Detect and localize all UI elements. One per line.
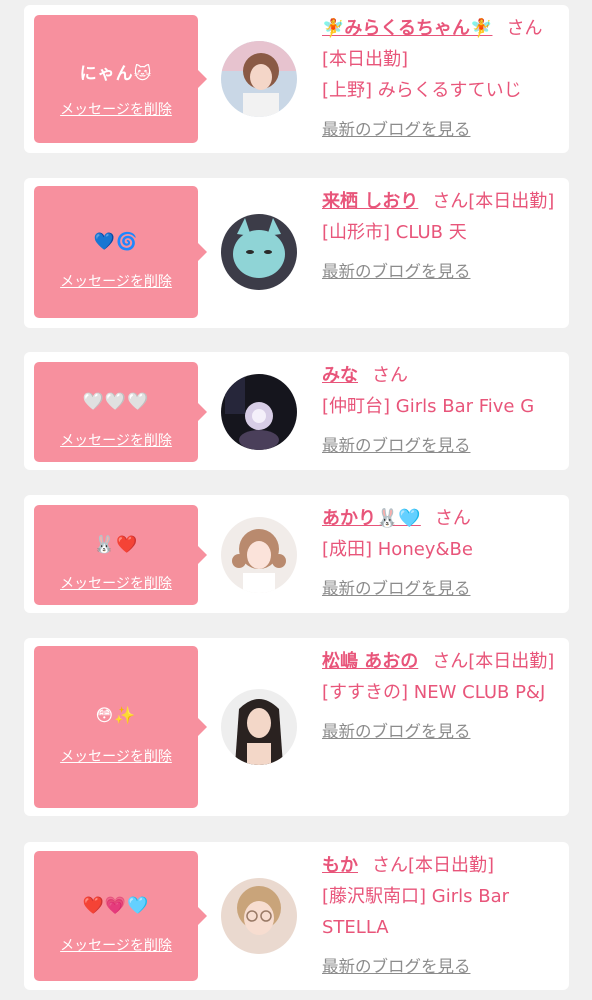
san-suffix: さん: [506, 18, 543, 39]
girl-info: 🧚みらくるちゃん🧚 さん [本日出勤] [上野] みらくるすていじ 最新のブログを見…: [322, 13, 558, 145]
message-bubble: にゃん🐱 メッセージを削除: [34, 15, 207, 143]
girl-info: 来栖 しおり さん[本日出勤] [山形市] CLUB 天 最新のブログを見る: [322, 186, 558, 287]
avatar[interactable]: [221, 374, 297, 450]
latest-blog-link[interactable]: 最新のブログを見る: [322, 573, 471, 604]
delete-message-link[interactable]: メッセージを削除: [34, 271, 198, 291]
delete-message-link[interactable]: メッセージを削除: [34, 746, 198, 766]
san-suffix: さん: [432, 651, 469, 672]
latest-blog-link[interactable]: 最新のブログを見る: [322, 256, 471, 287]
girl-name-link[interactable]: あかり🐰🩵: [322, 508, 421, 529]
message-bubble: 🐰❤️ メッセージを削除: [34, 505, 207, 605]
message-text: 💙🌀: [93, 232, 139, 252]
delete-message-link[interactable]: メッセージを削除: [34, 430, 198, 450]
girl-name-link[interactable]: 松嶋 あおの: [322, 651, 418, 672]
attendance-status: [本日出勤]: [408, 855, 495, 876]
message-card: にゃん🐱 メッセージを削除 🧚みらくるちゃん🧚 さん [本日出勤] [上野] みらく…: [24, 5, 569, 153]
san-suffix: さん: [372, 365, 408, 386]
message-bubble: 🤍🤍🤍 メッセージを削除: [34, 362, 207, 462]
girl-name-link[interactable]: もか: [322, 855, 358, 876]
girl-info: もか さん[本日出勤] [藤沢駅南口] Girls Bar STELLA 最新のブ…: [322, 850, 558, 982]
shop-label: [成田] Honey&Be: [322, 539, 473, 560]
message-text: にゃん🐱: [79, 64, 153, 84]
message-card: 💙🌀 メッセージを削除 来栖 しおり さん[本日出勤] [山形市] CLUB 天 …: [24, 178, 569, 328]
avatar[interactable]: [221, 689, 297, 765]
latest-blog-link[interactable]: 最新のブログを見る: [322, 430, 471, 461]
message-bubble: 😳✨ メッセージを削除: [34, 646, 207, 808]
shop-label: [藤沢駅南口] Girls Bar STELLA: [322, 886, 509, 938]
avatar[interactable]: [221, 517, 297, 593]
girl-name-link[interactable]: 🧚みらくるちゃん🧚: [322, 18, 492, 39]
shop-label: [すすきの] NEW CLUB P&J: [322, 682, 546, 703]
delete-message-link[interactable]: メッセージを削除: [34, 573, 198, 593]
girl-info: あかり🐰🩵 さん [成田] Honey&Be 最新のブログを見る: [322, 503, 558, 604]
shop-label: [山形市] CLUB 天: [322, 222, 467, 243]
girl-name-link[interactable]: 来栖 しおり: [322, 191, 418, 212]
girl-name-link[interactable]: みな: [322, 365, 358, 386]
attendance-status: [本日出勤]: [322, 49, 409, 70]
attendance-status: [本日出勤]: [468, 651, 555, 672]
message-card: 🤍🤍🤍 メッセージを削除 みな さん [仲町台] Girls Bar Five G…: [24, 352, 569, 470]
girl-info: 松嶋 あおの さん[本日出勤] [すすきの] NEW CLUB P&J 最新のブロ…: [322, 646, 558, 747]
message-bubble: 💙🌀 メッセージを削除: [34, 186, 207, 318]
avatar[interactable]: [221, 214, 297, 290]
message-card: 🐰❤️ メッセージを削除 あかり🐰🩵 さん [成田] Honey&Be 最新のブロ…: [24, 495, 569, 613]
latest-blog-link[interactable]: 最新のブログを見る: [322, 716, 471, 747]
delete-message-link[interactable]: メッセージを削除: [34, 935, 198, 955]
message-card: 😳✨ メッセージを削除 松嶋 あおの さん[本日出勤] [すすきの] NEW CL…: [24, 638, 569, 816]
san-suffix: さん: [432, 191, 469, 212]
latest-blog-link[interactable]: 最新のブログを見る: [322, 951, 471, 982]
message-text: 😳✨: [95, 706, 137, 726]
delete-message-link[interactable]: メッセージを削除: [34, 99, 198, 119]
san-suffix: さん: [434, 508, 471, 529]
latest-blog-link[interactable]: 最新のブログを見る: [322, 114, 471, 145]
shop-label: [上野] みらくるすていじ: [322, 80, 522, 101]
attendance-status: [本日出勤]: [468, 191, 555, 212]
girl-info: みな さん [仲町台] Girls Bar Five G 最新のブログを見る: [322, 360, 558, 461]
shop-label: [仲町台] Girls Bar Five G: [322, 396, 535, 417]
san-suffix: さん: [372, 855, 408, 876]
message-text: ❤️💗🩵: [82, 896, 150, 916]
message-text: 🤍🤍🤍: [82, 392, 150, 412]
message-card: ❤️💗🩵 メッセージを削除 もか さん[本日出勤] [藤沢駅南口] Girls B…: [24, 842, 569, 990]
message-bubble: ❤️💗🩵 メッセージを削除: [34, 851, 207, 981]
avatar[interactable]: [221, 878, 297, 954]
avatar[interactable]: [221, 41, 297, 117]
message-text: 🐰❤️: [93, 535, 139, 555]
